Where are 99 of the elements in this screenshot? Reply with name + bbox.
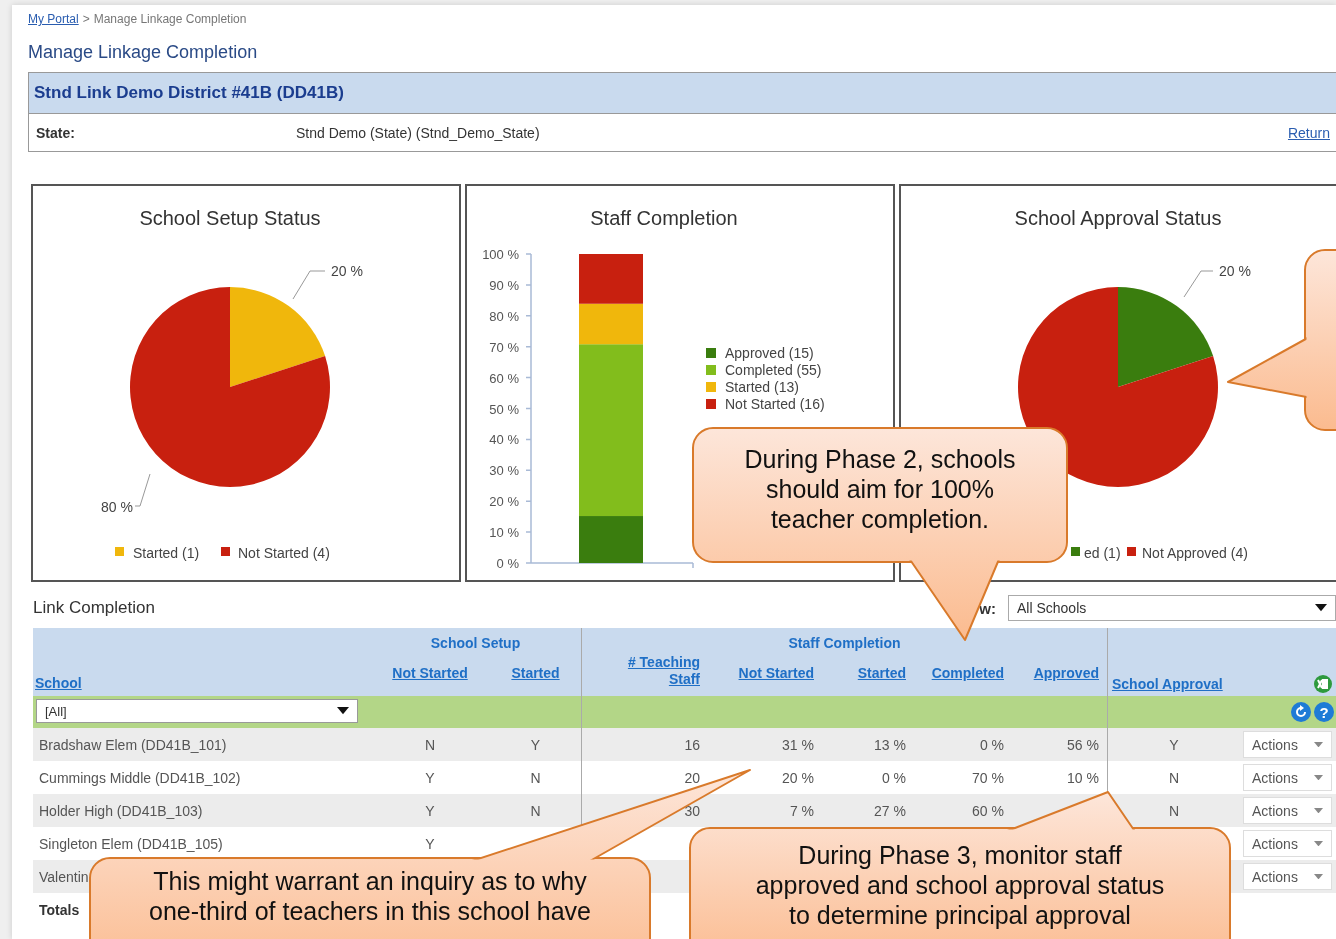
tick-label: 30 %: [489, 463, 519, 479]
legend-label: Not Started (4): [238, 545, 330, 561]
table-cell: 10 %: [1067, 769, 1099, 786]
table-cell: 56 %: [1067, 736, 1099, 753]
table-cell: 20 %: [782, 769, 814, 786]
legend-label: Started (1): [133, 545, 200, 561]
leader-line: [1183, 270, 1214, 298]
table-cell: Cummings Middle (DD41B_102): [39, 769, 241, 786]
table-cell: 0 %: [881, 769, 906, 786]
table-cell: Singleton Elem (DD41B_105): [39, 835, 223, 852]
tick-label: 80 %: [489, 308, 519, 324]
caret-icon: [1314, 774, 1323, 781]
table-cell: Holder High (DD41B_103): [39, 802, 203, 819]
tick-label: 60 %: [489, 370, 519, 386]
chart-title: School Setup Status: [139, 207, 321, 229]
callout-text: During Phase 3, monitor staff approved and school approval status to determine principal approval: [755, 840, 1165, 930]
table-cell: Valentin: [39, 868, 89, 885]
tick-label: 0 %: [496, 556, 519, 571]
legend-label: Started (13): [725, 379, 799, 395]
caret-icon: [1314, 840, 1323, 847]
data-label: 20 %: [1219, 263, 1251, 279]
column-header[interactable]: School Approval: [1112, 676, 1223, 692]
tick-label: 20 %: [489, 494, 519, 510]
show-dropdown[interactable]: All Schools: [1008, 595, 1336, 621]
breadcrumb-current: Manage Linkage Completion: [93, 11, 247, 27]
table-cell: Bradshaw Elem (DD41B_101): [39, 736, 227, 753]
tick-label: 70 %: [489, 339, 519, 355]
table-cell: 13 %: [874, 736, 906, 753]
table-cell: N: [1168, 769, 1180, 786]
actions-dropdown[interactable]: Actions: [1243, 863, 1332, 890]
actions-dropdown[interactable]: Actions: [1243, 797, 1332, 824]
actions-dropdown[interactable]: Actions: [1243, 764, 1332, 791]
section-title: Link Completion: [32, 598, 156, 618]
caret-icon: [1314, 807, 1323, 814]
column-header[interactable]: Started: [857, 665, 906, 681]
actions-dropdown[interactable]: Actions: [1243, 830, 1332, 857]
field-label: State:: [36, 124, 76, 141]
callout-text: This might warrant an inquiry as to why one-third of teachers in this school have: [149, 866, 591, 926]
table-cell: Y: [425, 802, 435, 819]
actions-dropdown[interactable]: Actions: [1243, 731, 1332, 758]
column-header[interactable]: School: [35, 675, 82, 691]
table-cell: N: [424, 736, 436, 753]
caret-icon: [1314, 741, 1323, 748]
legend-label: Not Started (16): [725, 396, 825, 412]
chart-title: School Approval Status: [1014, 207, 1222, 229]
refresh-icon[interactable]: [1291, 702, 1311, 722]
page-title: Manage Linkage Completion: [28, 42, 258, 62]
field-value: Stnd Demo (State) (Stnd_Demo_State): [296, 124, 541, 141]
tick-label: 40 %: [489, 432, 519, 448]
legend-label: Completed (55): [725, 362, 822, 378]
table-cell: 70 %: [972, 769, 1004, 786]
table-cell: N: [530, 769, 541, 786]
table-cell: 20: [684, 769, 700, 786]
table-cell: 7 %: [789, 802, 814, 819]
legend-label: Not Approved (4): [1142, 545, 1248, 561]
column-header[interactable]: Approved: [1033, 665, 1099, 681]
table-cell: N: [1168, 802, 1180, 819]
tick-label: 10 %: [489, 525, 519, 541]
column-header[interactable]: # Teaching Staff: [616, 654, 700, 688]
school-filter-dropdown[interactable]: [All]: [36, 699, 358, 723]
table-cell: 0 %: [979, 736, 1004, 753]
tick-label: 50 %: [489, 401, 519, 417]
column-header[interactable]: Completed: [931, 665, 1004, 681]
table-cell: N: [530, 802, 541, 819]
caret-icon: [337, 707, 349, 715]
spreadsheet-export-icon[interactable]: [1314, 675, 1332, 693]
legend-label: ed (1): [1084, 545, 1121, 561]
help-icon[interactable]: ?: [1314, 702, 1334, 722]
totals-label: Totals: [39, 901, 80, 918]
data-label: 20 %: [331, 263, 363, 279]
table-cell: 31 %: [782, 736, 814, 753]
table-cell: Y: [425, 769, 435, 786]
column-header[interactable]: Not Started: [392, 665, 468, 681]
table-cell: Y: [530, 736, 541, 753]
column-header[interactable]: Not Started: [738, 665, 814, 681]
callout-text: During Phase 2, schools should aim for 100% teacher completion.: [744, 444, 1016, 534]
leader-line: [292, 270, 326, 300]
column-header[interactable]: Started: [511, 665, 560, 681]
tick-label: 90 %: [489, 277, 519, 293]
breadcrumb-link[interactable]: My Portal: [28, 11, 79, 27]
legend-label: Approved (15): [725, 345, 814, 361]
district-name: Stnd Link Demo District #41B (DD41B): [34, 83, 344, 103]
table-cell: 30: [684, 802, 700, 819]
return-link[interactable]: Return: [1287, 124, 1330, 141]
chart-title: Staff Completion: [590, 207, 738, 229]
field-label: w:: [979, 599, 996, 617]
caret-icon: [1315, 604, 1327, 612]
breadcrumb-separator: >: [82, 11, 90, 27]
data-label: 80 %: [101, 499, 133, 515]
table-cell: Y: [425, 835, 435, 852]
leader-line: [134, 473, 151, 507]
table-cell: 16: [684, 736, 700, 753]
table-cell: 27 %: [874, 802, 906, 819]
column-group-header: Staff Completion: [788, 635, 901, 651]
column-group-header: School Setup: [430, 635, 521, 651]
tick-label: 100 %: [482, 247, 519, 262]
table-cell: Y: [1169, 736, 1179, 753]
caret-icon: [1314, 873, 1323, 880]
table-cell: 60 %: [972, 802, 1004, 819]
